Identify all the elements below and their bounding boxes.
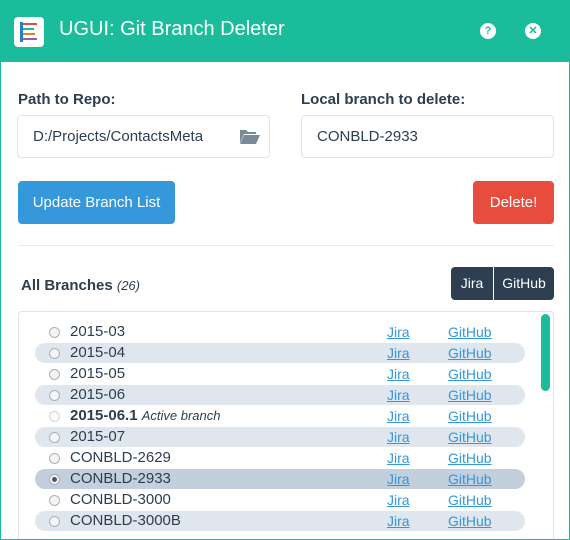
- branch-row[interactable]: CONBLD-2629 Jira GitHub: [35, 448, 525, 468]
- branch-radio[interactable]: [49, 432, 60, 443]
- jira-link[interactable]: Jira: [387, 345, 410, 361]
- branch-row[interactable]: 2015-04 Jira GitHub: [35, 343, 525, 363]
- branch-radio[interactable]: [49, 390, 60, 401]
- jira-link[interactable]: Jira: [387, 471, 410, 487]
- branch-count: (26): [116, 278, 140, 293]
- branch-radio[interactable]: [49, 327, 60, 338]
- branch-name: CONBLD-3000: [70, 491, 171, 508]
- delete-button[interactable]: Delete!: [473, 181, 554, 224]
- scrollbar-thumb[interactable]: [541, 314, 550, 391]
- branch-list-heading: All Branches (26): [21, 277, 140, 294]
- branch-row[interactable]: 2015-05 Jira GitHub: [35, 364, 525, 384]
- branch-row-active: 2015-06.1 Active branch Jira GitHub: [35, 406, 525, 426]
- branch-list-title: All Branches: [21, 277, 113, 294]
- github-link[interactable]: GitHub: [448, 345, 492, 361]
- jira-link[interactable]: Jira: [387, 366, 410, 382]
- github-link[interactable]: GitHub: [448, 450, 492, 466]
- branch-name: 2015-06: [70, 386, 126, 403]
- branch-row[interactable]: 2015-07 Jira GitHub: [35, 427, 525, 447]
- branch-to-delete-label: Local branch to delete:: [301, 91, 466, 108]
- branch-radio[interactable]: [49, 369, 60, 380]
- github-link[interactable]: GitHub: [448, 513, 492, 529]
- github-link[interactable]: GitHub: [448, 429, 492, 445]
- github-link[interactable]: GitHub: [448, 324, 492, 340]
- title-bar: UGUI: Git Branch Deleter ? ✕: [1, 1, 569, 62]
- branch-radio[interactable]: [49, 516, 60, 527]
- jira-link[interactable]: Jira: [387, 324, 410, 340]
- branch-radio[interactable]: [49, 453, 60, 464]
- github-link[interactable]: GitHub: [448, 471, 492, 487]
- branch-name: 2015-06.1: [70, 407, 138, 424]
- branch-name: CONBLD-2629: [70, 449, 171, 466]
- branch-list: 2015-03 Jira GitHub 2015-04 Jira GitHub …: [18, 311, 554, 539]
- jira-link[interactable]: Jira: [387, 429, 410, 445]
- branch-row[interactable]: 2015-06 Jira GitHub: [35, 385, 525, 405]
- github-link[interactable]: GitHub: [448, 492, 492, 508]
- repo-path-input[interactable]: [17, 115, 270, 158]
- github-link[interactable]: GitHub: [448, 366, 492, 382]
- window-title: UGUI: Git Branch Deleter: [59, 18, 285, 40]
- branch-radio[interactable]: [49, 495, 60, 506]
- repo-path-label: Path to Repo:: [18, 91, 116, 108]
- jira-link[interactable]: Jira: [387, 387, 410, 403]
- open-jira-button[interactable]: Jira: [451, 267, 493, 300]
- app-window: UGUI: Git Branch Deleter ? ✕ Path to Rep…: [0, 0, 570, 540]
- branch-name: 2015-04: [70, 344, 126, 361]
- branch-row[interactable]: CONBLD-3000B Jira GitHub: [35, 511, 525, 531]
- branch-radio-disabled: [49, 411, 60, 422]
- branch-row[interactable]: CONBLD-3000 Jira GitHub: [35, 490, 525, 510]
- open-github-button[interactable]: GitHub: [494, 267, 554, 300]
- github-link[interactable]: GitHub: [448, 387, 492, 403]
- branch-name-container: 2015-06.1 Active branch: [70, 407, 221, 424]
- close-icon[interactable]: ✕: [525, 23, 541, 39]
- branch-radio-checked[interactable]: [49, 474, 60, 485]
- active-branch-note: Active branch: [141, 408, 221, 423]
- github-link[interactable]: GitHub: [448, 408, 492, 424]
- branch-row-selected[interactable]: CONBLD-2933 Jira GitHub: [35, 469, 525, 489]
- branch-to-delete-input[interactable]: [301, 115, 554, 158]
- jira-link[interactable]: Jira: [387, 513, 410, 529]
- divider: [18, 245, 554, 246]
- branch-row[interactable]: 2015-03 Jira GitHub: [35, 322, 525, 342]
- branch-name: 2015-03: [70, 323, 126, 340]
- app-logo-icon: [14, 17, 44, 47]
- branch-name: 2015-05: [70, 365, 126, 382]
- branch-radio[interactable]: [49, 348, 60, 359]
- help-icon[interactable]: ?: [480, 23, 496, 39]
- update-branch-list-button[interactable]: Update Branch List: [18, 181, 175, 224]
- branch-name: CONBLD-3000B: [70, 512, 181, 529]
- jira-link[interactable]: Jira: [387, 492, 410, 508]
- jira-link[interactable]: Jira: [387, 450, 410, 466]
- jira-link[interactable]: Jira: [387, 408, 410, 424]
- branch-name: 2015-07: [70, 428, 126, 445]
- branch-name: CONBLD-2933: [70, 470, 171, 487]
- folder-open-icon[interactable]: [240, 129, 260, 144]
